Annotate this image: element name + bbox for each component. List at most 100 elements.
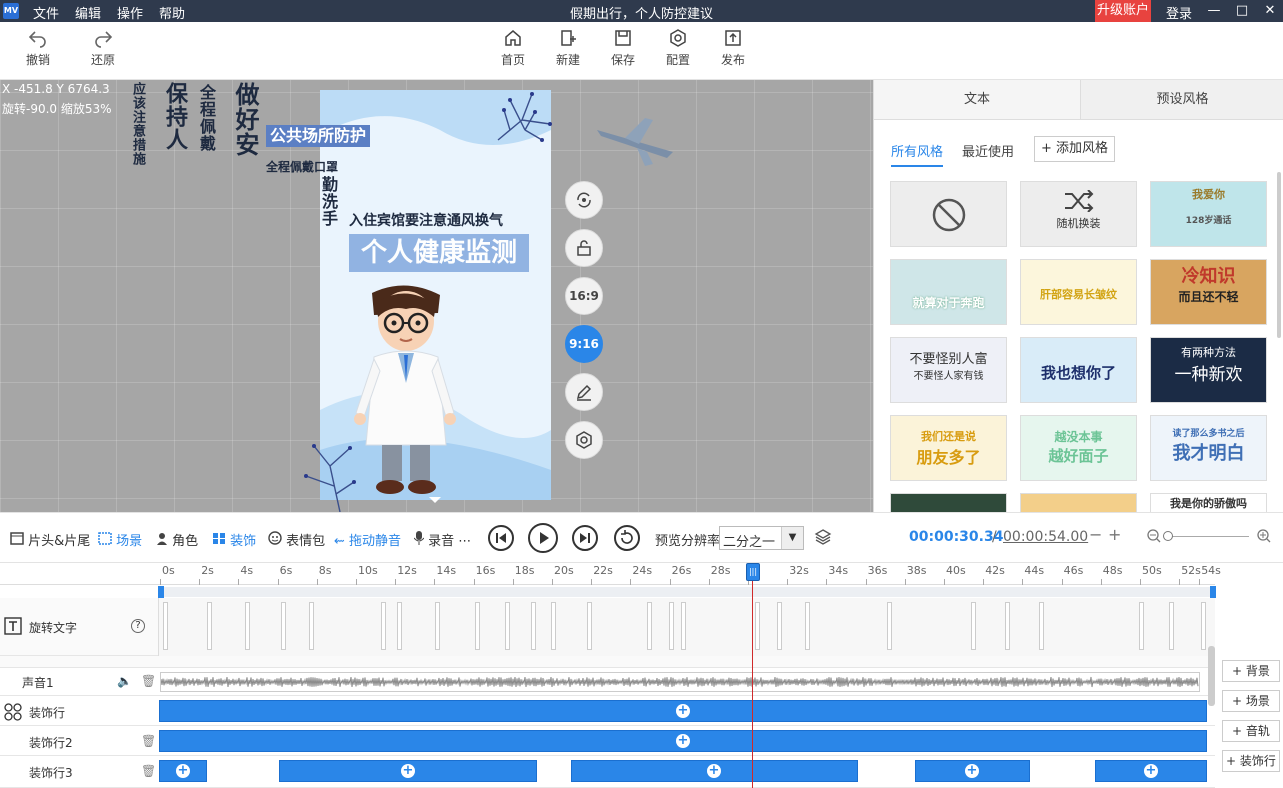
close-icon[interactable]: ✕ xyxy=(1258,0,1282,22)
keyframe-marker[interactable] xyxy=(681,602,686,650)
menu-help[interactable]: 帮助 xyxy=(159,3,185,22)
maximize-icon[interactable]: □ xyxy=(1230,0,1254,22)
prev-button[interactable] xyxy=(488,525,514,551)
style-none[interactable] xyxy=(890,181,1007,247)
track-sound-1[interactable]: 声音1 🔈 🗑 xyxy=(0,668,1215,696)
style-thumb-9[interactable]: 越没本事 越好面子 xyxy=(1020,415,1137,481)
canvas-text-keep[interactable]: 保持人 xyxy=(158,82,190,151)
decoration-3-clip[interactable]: + xyxy=(279,760,537,782)
add-decoration-row-button[interactable]: + 装饰行 xyxy=(1222,750,1280,772)
tab-scene[interactable]: 场景 xyxy=(98,530,142,549)
next-button[interactable] xyxy=(572,525,598,551)
keyframe-marker[interactable] xyxy=(245,602,250,650)
decoration-3-clip[interactable]: + xyxy=(1095,760,1207,782)
time-plus-button[interactable]: + xyxy=(1108,525,1121,544)
ratio-9-16-button[interactable]: 9:16 xyxy=(565,325,603,363)
home-button[interactable]: 首页 xyxy=(488,28,538,68)
keyframe-marker[interactable] xyxy=(1169,602,1174,650)
style-thumb-10[interactable]: 读了那么多书之后 我才明白 xyxy=(1150,415,1267,481)
add-keyframe-icon[interactable]: + xyxy=(965,764,979,778)
tab-record[interactable]: 录音 ⋯ xyxy=(413,530,471,549)
decoration-3-clip[interactable]: + xyxy=(915,760,1030,782)
keyframe-marker[interactable] xyxy=(475,602,480,650)
keyframe-marker[interactable] xyxy=(309,602,314,650)
style-thumb-8[interactable]: 我们还是说 朋友多了 xyxy=(890,415,1007,481)
track-decoration-2[interactable]: 装饰行2 🗑 + xyxy=(0,726,1215,756)
keyframe-marker[interactable] xyxy=(755,602,760,650)
publish-button[interactable]: 发布 xyxy=(708,28,758,68)
trash-icon[interactable]: 🗑 xyxy=(141,674,156,688)
style-thumb-7[interactable]: 有两种方法 一种新欢 xyxy=(1150,337,1267,403)
canvas-text-wash-hands[interactable]: 勤洗手 xyxy=(316,176,340,227)
zoom-slider-thumb[interactable] xyxy=(1163,531,1173,541)
keyframe-marker[interactable] xyxy=(505,602,510,650)
layers-icon[interactable] xyxy=(814,528,832,549)
zoom-slider-track[interactable] xyxy=(1167,536,1249,537)
menu-file[interactable]: 文件 xyxy=(33,3,59,22)
trash-icon[interactable]: 🗑 xyxy=(141,734,156,748)
style-thumb-4[interactable]: 冷知识 而且还不轻 xyxy=(1150,259,1267,325)
keyframe-marker[interactable] xyxy=(163,602,168,650)
sound-waveform[interactable] xyxy=(160,672,1200,692)
style-thumb-6[interactable]: 我也想你了 xyxy=(1020,337,1137,403)
add-scene-button[interactable]: + 场景 xyxy=(1222,690,1280,712)
menu-operate[interactable]: 操作 xyxy=(117,3,143,22)
keyframe-marker[interactable] xyxy=(281,602,286,650)
more-icon[interactable]: ⋯ xyxy=(458,534,471,549)
doctor-character[interactable] xyxy=(350,283,460,500)
tab-preset-style[interactable]: 预设风格 xyxy=(1081,80,1283,120)
canvas-text-safety[interactable]: 做好安 xyxy=(228,82,263,157)
keyframe-marker[interactable] xyxy=(551,602,556,650)
track-rotate-text[interactable]: 旋转文字 ? xyxy=(0,598,1215,656)
canvas-text-hotel[interactable]: 入住宾馆要注意通风换气 xyxy=(349,210,503,230)
tab-decoration[interactable]: 装饰 xyxy=(212,530,256,549)
keyframe-marker[interactable] xyxy=(1139,602,1144,650)
subtab-recent[interactable]: 最近使用 xyxy=(962,141,1014,160)
keyframe-marker[interactable] xyxy=(971,602,976,650)
subtab-all-styles[interactable]: 所有风格 xyxy=(891,141,944,167)
play-button[interactable] xyxy=(528,523,558,553)
keyframe-marker[interactable] xyxy=(805,602,810,650)
decoration-2-clip[interactable]: + xyxy=(159,730,1207,752)
canvas-area[interactable]: X -451.8 Y 6764.3 旋转-90.0 缩放53% 应该注意措施 保… xyxy=(0,80,873,512)
add-background-button[interactable]: + 背景 xyxy=(1222,660,1280,682)
style-thumb-2[interactable]: 就算对于奔跑 xyxy=(890,259,1007,325)
add-style-button[interactable]: + 添加风格 xyxy=(1034,136,1116,162)
add-audio-track-button[interactable]: + 音轨 xyxy=(1222,720,1280,742)
tracks-scrollbar[interactable] xyxy=(1208,646,1215,706)
add-keyframe-icon[interactable]: + xyxy=(401,764,415,778)
add-keyframe-icon[interactable]: + xyxy=(176,764,190,778)
keyframe-marker[interactable] xyxy=(1005,602,1010,650)
keyframe-marker[interactable] xyxy=(777,602,782,650)
style-panel-scrollbar[interactable] xyxy=(1277,172,1281,338)
decoration-clip[interactable]: + xyxy=(159,700,1207,722)
add-keyframe-icon[interactable]: + xyxy=(676,734,690,748)
trash-icon[interactable]: 🗑 xyxy=(141,764,156,778)
canvas-text-wear[interactable]: 全程佩戴 xyxy=(194,84,218,152)
time-minus-button[interactable]: − xyxy=(1089,525,1102,544)
range-end-handle[interactable] xyxy=(1210,586,1216,598)
keyframe-marker[interactable] xyxy=(207,602,212,650)
tab-emoji[interactable]: 表情包 xyxy=(268,530,325,549)
keyframe-marker[interactable] xyxy=(1201,602,1206,650)
loop-button[interactable] xyxy=(614,525,640,551)
style-thumb-11[interactable] xyxy=(890,493,1007,512)
minimize-icon[interactable]: — xyxy=(1202,0,1226,22)
add-keyframe-icon[interactable]: + xyxy=(1144,764,1158,778)
settings-button[interactable] xyxy=(565,421,603,459)
playhead-handle[interactable]: ||| xyxy=(746,563,760,581)
upgrade-button[interactable]: 升级账户 xyxy=(1095,0,1151,22)
canvas-text-public-place[interactable]: 公共场所防护 xyxy=(266,125,371,147)
track-decoration[interactable]: 装饰行 + xyxy=(0,696,1215,726)
keyframe-marker[interactable] xyxy=(887,602,892,650)
tab-drag-mute[interactable]: ⇜ 拖动静音 xyxy=(334,530,401,549)
track-decoration-3[interactable]: 装饰行3 🗑 + + + + + xyxy=(0,756,1215,788)
keyframe-marker[interactable] xyxy=(587,602,592,650)
menu-edit[interactable]: 编辑 xyxy=(75,3,101,22)
total-time[interactable]: 00:00:54.00 xyxy=(1003,529,1088,545)
timeline-ruler[interactable]: 0s 2s 4s 6s 8s 10s 12s 14s 16s 18s 20s 22s 24s 26s 28s… xyxy=(0,562,1283,598)
zoom-out-icon[interactable] xyxy=(1147,529,1161,546)
new-button[interactable]: 新建 xyxy=(543,28,593,68)
undo-button[interactable]: 撤销 xyxy=(13,28,63,68)
zoom-in-icon[interactable] xyxy=(1257,529,1271,546)
